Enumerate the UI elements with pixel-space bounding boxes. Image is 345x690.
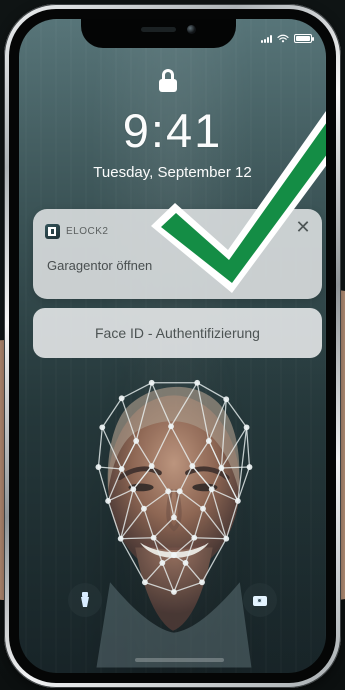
signal-icon: [261, 34, 272, 43]
flashlight-button[interactable]: [68, 583, 102, 617]
phone-notch: [81, 19, 236, 48]
speaker-grill: [141, 27, 176, 32]
lock-screen: 9:41 Tuesday, September 12 ELOCK2 ✕ Gara…: [19, 19, 326, 673]
camera-button[interactable]: [243, 583, 277, 617]
close-icon[interactable]: ✕: [295, 218, 311, 236]
phone-bezel: 9:41 Tuesday, September 12 ELOCK2 ✕ Gara…: [9, 9, 336, 683]
faceid-label: Face ID - Authentifizierung: [95, 325, 260, 341]
elock-app-icon: [45, 224, 60, 239]
battery-icon: [294, 34, 314, 43]
front-camera: [187, 25, 196, 34]
status-bar: [261, 34, 314, 43]
notification-app-name: ELOCK2: [66, 226, 109, 237]
lock-time: 9:41: [122, 104, 223, 157]
smartphone-frame: 9:41 Tuesday, September 12 ELOCK2 ✕ Gara…: [4, 4, 341, 688]
notification-card[interactable]: ELOCK2 ✕ Garagentor öffnen: [33, 209, 322, 299]
flashlight-icon: [77, 592, 93, 608]
wifi-icon: [277, 34, 289, 43]
camera-icon: [252, 592, 268, 608]
notification-header: ELOCK2: [45, 224, 108, 239]
notification-message: Garagentor öffnen: [47, 258, 153, 273]
home-indicator[interactable]: [135, 658, 224, 662]
lock-icon: [159, 69, 177, 92]
lock-date: Tuesday, September 12: [93, 164, 252, 181]
phone-scene: 9:41 Tuesday, September 12 ELOCK2 ✕ Gara…: [0, 0, 345, 690]
faceid-status-card: Face ID - Authentifizierung: [33, 308, 322, 358]
